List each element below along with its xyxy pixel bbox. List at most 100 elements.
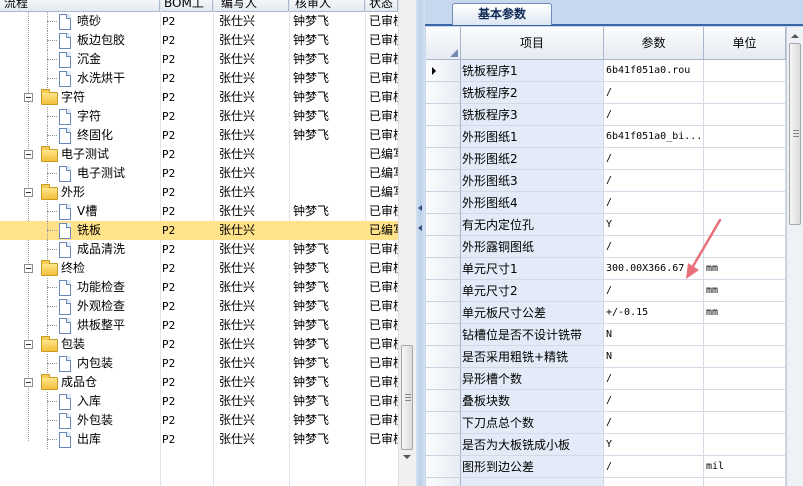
row-selector[interactable]	[426, 214, 461, 236]
tree-row[interactable]: 成品仓 P2 张仕兴 钟梦飞 已审核	[0, 373, 399, 392]
collapse-icon[interactable]	[24, 264, 33, 273]
scroll-down-arrow-icon[interactable]	[401, 450, 413, 464]
param-cell[interactable]: /	[604, 236, 704, 258]
grid-row[interactable]: 外形图纸1 6b41f051a0_bi...	[426, 126, 786, 148]
tree-row[interactable]: 终固化 P2 张仕兴 钟梦飞 已审核	[0, 126, 399, 145]
unit-cell[interactable]: mm	[704, 302, 786, 324]
tree-node[interactable]: V槽	[0, 202, 158, 221]
param-cell[interactable]: Y	[604, 214, 704, 236]
unit-cell[interactable]	[704, 434, 786, 456]
tree-scrollbar-thumb[interactable]	[401, 345, 413, 450]
tree-node[interactable]: 成品仓	[0, 373, 158, 392]
tree-row[interactable]: 功能检查 P2 张仕兴 钟梦飞 已审核	[0, 278, 399, 297]
param-cell[interactable]: /	[604, 390, 704, 412]
tree-node[interactable]: 板边包胶	[0, 31, 158, 50]
grid-corner[interactable]	[426, 27, 461, 60]
unit-cell[interactable]	[704, 324, 786, 346]
tree-node[interactable]: 字符	[0, 88, 158, 107]
grid-row[interactable]: 单元板尺寸公差 +/-0.15 mm	[426, 302, 786, 324]
column-header-param[interactable]: 参数	[604, 27, 704, 60]
grid-row[interactable]: 单元尺寸1 300.00X366.67 mm	[426, 258, 786, 280]
tree-row[interactable]: 外形 P2 张仕兴 已编写	[0, 183, 399, 202]
tree-node[interactable]: 成品清洗	[0, 240, 158, 259]
tree-row[interactable]: 电子测试 P2 张仕兴 已编写	[0, 164, 399, 183]
row-selector[interactable]	[426, 412, 461, 434]
tree-node[interactable]: 终检	[0, 259, 158, 278]
grid-row[interactable]: 叠板块数 /	[426, 390, 786, 412]
grid-row[interactable]: 异形槽个数 /	[426, 368, 786, 390]
tree-row[interactable]: 板边包胶 P2 张仕兴 钟梦飞 已审核	[0, 31, 399, 50]
unit-cell[interactable]	[704, 82, 786, 104]
tree-node[interactable]: 功能检查	[0, 278, 158, 297]
unit-cell[interactable]	[704, 170, 786, 192]
row-selector[interactable]	[426, 456, 461, 478]
grid-scrollbar-thumb[interactable]	[789, 43, 801, 225]
collapse-icon[interactable]	[24, 93, 33, 102]
tree-row[interactable]: 终检 P2 张仕兴 钟梦飞 已审核	[0, 259, 399, 278]
collapse-icon[interactable]	[24, 188, 33, 197]
grid-row[interactable]: 有无内定位孔 Y	[426, 214, 786, 236]
scroll-up-arrow-icon[interactable]	[790, 31, 800, 41]
row-selector[interactable]	[426, 236, 461, 258]
param-cell[interactable]: /	[604, 170, 704, 192]
grid-row[interactable]: 下刀点总个数 /	[426, 412, 786, 434]
param-cell[interactable]: 300.00X366.67	[604, 258, 704, 280]
unit-cell[interactable]: mm	[704, 258, 786, 280]
param-cell[interactable]: /	[604, 148, 704, 170]
tree-row[interactable]: 入库 P2 张仕兴 钟梦飞 已审核	[0, 392, 399, 411]
unit-cell[interactable]	[704, 390, 786, 412]
unit-cell[interactable]	[704, 104, 786, 126]
grid-row[interactable]: 外形图纸2/	[426, 148, 786, 170]
unit-cell[interactable]	[704, 478, 786, 486]
tree-row[interactable]: 铣板 P2 张仕兴 已编写	[0, 221, 399, 240]
grid-row[interactable]: 单元尺寸2/mm	[426, 280, 786, 302]
param-cell[interactable]: /	[604, 82, 704, 104]
tree-node[interactable]: 电子测试	[0, 164, 158, 183]
tree-node[interactable]: 电子测试	[0, 145, 158, 164]
row-selector[interactable]	[426, 60, 461, 82]
row-selector[interactable]	[426, 82, 461, 104]
tree-node[interactable]: 内包装	[0, 354, 158, 373]
unit-cell[interactable]	[704, 236, 786, 258]
row-selector[interactable]	[426, 126, 461, 148]
unit-cell[interactable]	[704, 126, 786, 148]
unit-cell[interactable]	[704, 192, 786, 214]
tree-node[interactable]: 烘板整平	[0, 316, 158, 335]
tree-row[interactable]: 外观检查 P2 张仕兴 钟梦飞 已审核	[0, 297, 399, 316]
row-selector[interactable]	[426, 390, 461, 412]
grid-row[interactable]: 图形到边公差 / mil	[426, 456, 786, 478]
tree-row[interactable]: 成品清洗 P2 张仕兴 钟梦飞 已审核	[0, 240, 399, 259]
row-selector[interactable]	[426, 478, 461, 486]
tree-node[interactable]: 包装	[0, 335, 158, 354]
param-cell[interactable]: /	[604, 368, 704, 390]
row-selector[interactable]	[426, 280, 461, 302]
column-header-status[interactable]: 状态	[365, 0, 398, 11]
tree-row[interactable]: 字符 P2 张仕兴 钟梦飞 已审核	[0, 107, 399, 126]
param-cell[interactable]: /	[604, 412, 704, 434]
grid-row[interactable]: 是否采用粗铣+精铣 N	[426, 346, 786, 368]
tree-row[interactable]: 电子测试 P2 张仕兴 已编写	[0, 145, 399, 164]
tree-node[interactable]: 沉金	[0, 50, 158, 69]
tree-row[interactable]: 字符 P2 张仕兴 钟梦飞 已审核	[0, 88, 399, 107]
param-cell[interactable]: /	[604, 280, 704, 302]
row-selector[interactable]	[426, 368, 461, 390]
unit-cell[interactable]	[704, 368, 786, 390]
tree-row[interactable]: 内包装 P2 张仕兴 钟梦飞 已审核	[0, 354, 399, 373]
tree-node[interactable]: 喷砂	[0, 12, 158, 31]
collapse-icon[interactable]	[24, 378, 33, 387]
row-selector[interactable]	[426, 302, 461, 324]
tree-row[interactable]: 包装 P2 张仕兴 钟梦飞 已审核	[0, 335, 399, 354]
tree-node[interactable]: 水洗烘干	[0, 69, 158, 88]
row-selector[interactable]	[426, 104, 461, 126]
grid-row[interactable]: 钻槽位是否不设计铣带 N	[426, 324, 786, 346]
param-cell[interactable]: /	[604, 104, 704, 126]
tree-vertical-scrollbar[interactable]	[398, 0, 416, 486]
column-header-bom[interactable]: BOM工	[160, 0, 213, 11]
tree-row[interactable]: 水洗烘干 P2 张仕兴 钟梦飞 已审核	[0, 69, 399, 88]
param-cell[interactable]: +/-0.15	[604, 302, 704, 324]
param-cell[interactable]: N	[604, 324, 704, 346]
tree-node[interactable]: 入库	[0, 392, 158, 411]
param-cell[interactable]: N	[604, 346, 704, 368]
row-selector[interactable]	[426, 258, 461, 280]
collapse-icon[interactable]	[24, 340, 33, 349]
